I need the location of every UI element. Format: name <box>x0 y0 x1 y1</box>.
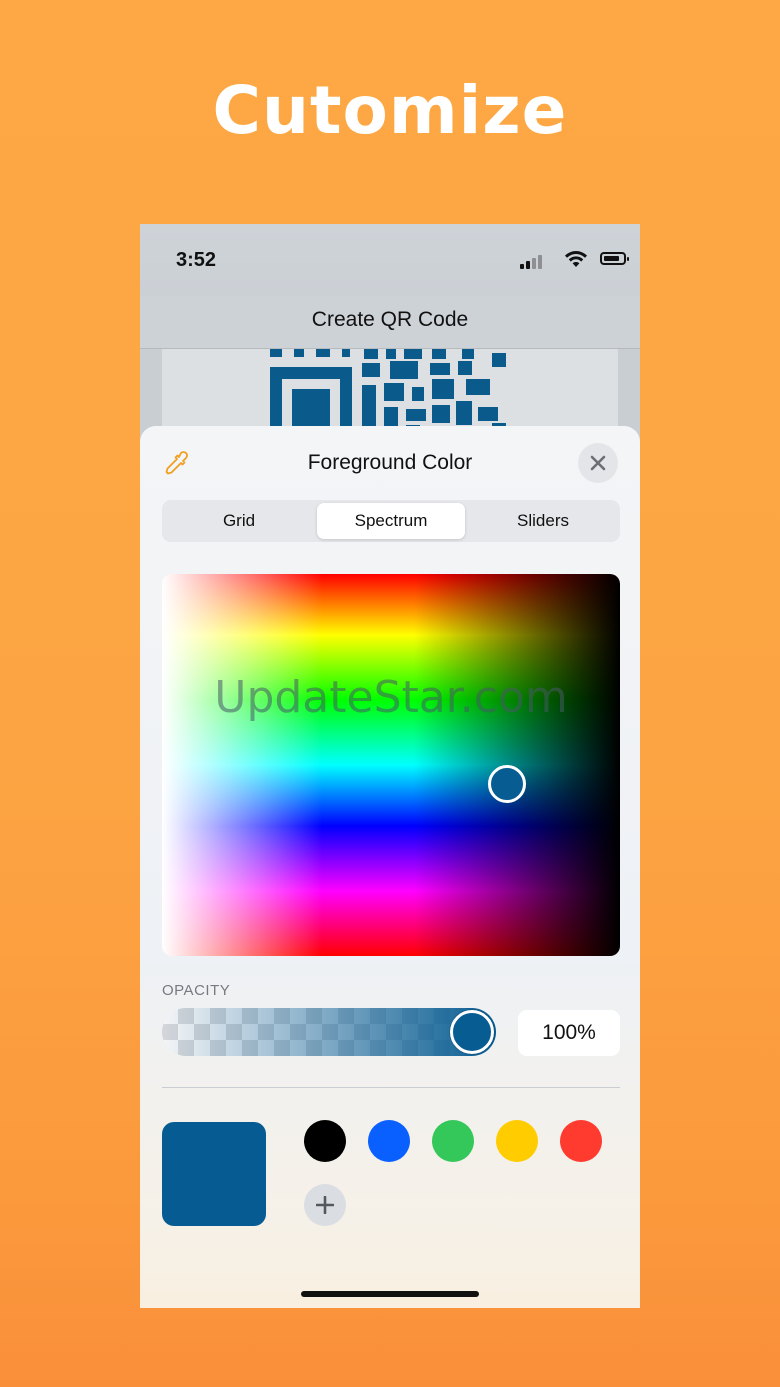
wifi-icon <box>565 251 587 267</box>
battery-icon <box>600 252 629 265</box>
swatch-blue[interactable] <box>368 1120 410 1162</box>
home-indicator <box>301 1291 479 1297</box>
swatch-red[interactable] <box>560 1120 602 1162</box>
color-spectrum[interactable]: UpdateStar.com <box>162 574 620 956</box>
phone-screen: 3:52 Create QR Code Foreground Color Gri… <box>140 224 640 1308</box>
color-picker-sheet: Foreground Color Grid Spectrum Sliders U… <box>140 426 640 1308</box>
opacity-label: OPACITY <box>162 982 231 999</box>
swatch-black[interactable] <box>304 1120 346 1162</box>
opacity-slider[interactable] <box>162 1008 496 1056</box>
nav-bar: Create QR Code <box>140 296 640 349</box>
tab-sliders[interactable]: Sliders <box>469 503 617 539</box>
nav-title: Create QR Code <box>311 308 469 331</box>
tab-grid[interactable]: Grid <box>165 503 313 539</box>
status-bar: 3:52 <box>140 224 640 296</box>
close-button[interactable] <box>578 443 618 483</box>
status-time: 3:52 <box>176 249 217 271</box>
mode-segmented-control: Grid Spectrum Sliders <box>162 500 620 542</box>
opacity-slider-handle[interactable] <box>450 1010 494 1054</box>
current-color-swatch <box>162 1122 266 1226</box>
divider <box>162 1087 620 1088</box>
opacity-value-field[interactable]: 100% <box>518 1010 620 1056</box>
swatch-yellow[interactable] <box>496 1120 538 1162</box>
add-swatch-button[interactable] <box>304 1184 346 1226</box>
spectrum-selector-handle[interactable] <box>488 765 526 803</box>
watermark-text: UpdateStar.com <box>214 672 568 723</box>
close-icon <box>590 455 606 471</box>
swatch-green[interactable] <box>432 1120 474 1162</box>
plus-icon <box>316 1196 334 1214</box>
headline-title: Cutomize <box>212 72 568 149</box>
sheet-title: Foreground Color <box>307 451 473 474</box>
cellular-signal-icon <box>520 253 544 269</box>
tab-spectrum[interactable]: Spectrum <box>317 503 465 539</box>
